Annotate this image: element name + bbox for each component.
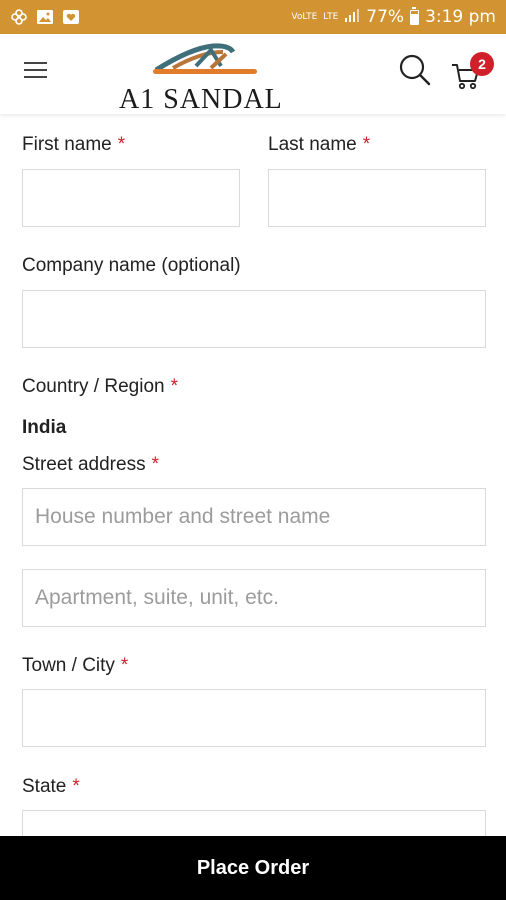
street-address-input[interactable] [22, 488, 486, 546]
brand-name: A1 SANDAL [119, 84, 283, 115]
last-name-input[interactable] [268, 169, 486, 227]
state-label: State * [22, 776, 80, 797]
gallery-icon [36, 9, 54, 25]
company-name-label: Company name (optional) [22, 255, 241, 276]
cart-count-badge: 2 [470, 52, 494, 76]
menu-icon[interactable] [24, 62, 47, 80]
battery-icon [410, 6, 420, 25]
billing-form: First name * Last name * Company name (opt… [0, 114, 506, 836]
country-value: India [22, 417, 67, 438]
pinwheel-icon [10, 9, 28, 25]
sandal-logo-icon [153, 43, 257, 74]
clock: 3:19 pm [425, 7, 496, 27]
company-name-input[interactable] [22, 290, 486, 348]
search-button[interactable] [398, 53, 432, 87]
battery-percent: 77% [366, 7, 405, 27]
first-name-input[interactable] [22, 169, 240, 227]
town-city-label: Town / City * [22, 655, 129, 676]
state-select[interactable] [22, 810, 486, 836]
volte-indicator: VoLTE [291, 11, 318, 22]
street-address-label: Street address * [22, 454, 159, 475]
site-header: A1 SANDAL 2 [0, 34, 506, 115]
status-right-icons: VoLTE LTE 77% 3:19 pm [291, 6, 496, 27]
mail-heart-icon [62, 9, 80, 25]
first-name-label: First name * [22, 134, 126, 155]
apartment-input[interactable] [22, 569, 486, 627]
status-left-icons [10, 9, 80, 25]
lte-indicator: LTE [323, 11, 339, 22]
brand-logo[interactable]: A1 SANDAL [115, 40, 295, 115]
cart-button[interactable]: 2 [448, 52, 494, 92]
search-icon [399, 54, 431, 86]
signal-icon [344, 7, 360, 27]
country-label: Country / Region * [22, 376, 178, 397]
last-name-label: Last name * [268, 134, 371, 155]
status-bar: VoLTE LTE 77% 3:19 pm [0, 0, 506, 34]
town-city-input[interactable] [22, 689, 486, 747]
place-order-button[interactable]: Place Order [0, 836, 506, 900]
